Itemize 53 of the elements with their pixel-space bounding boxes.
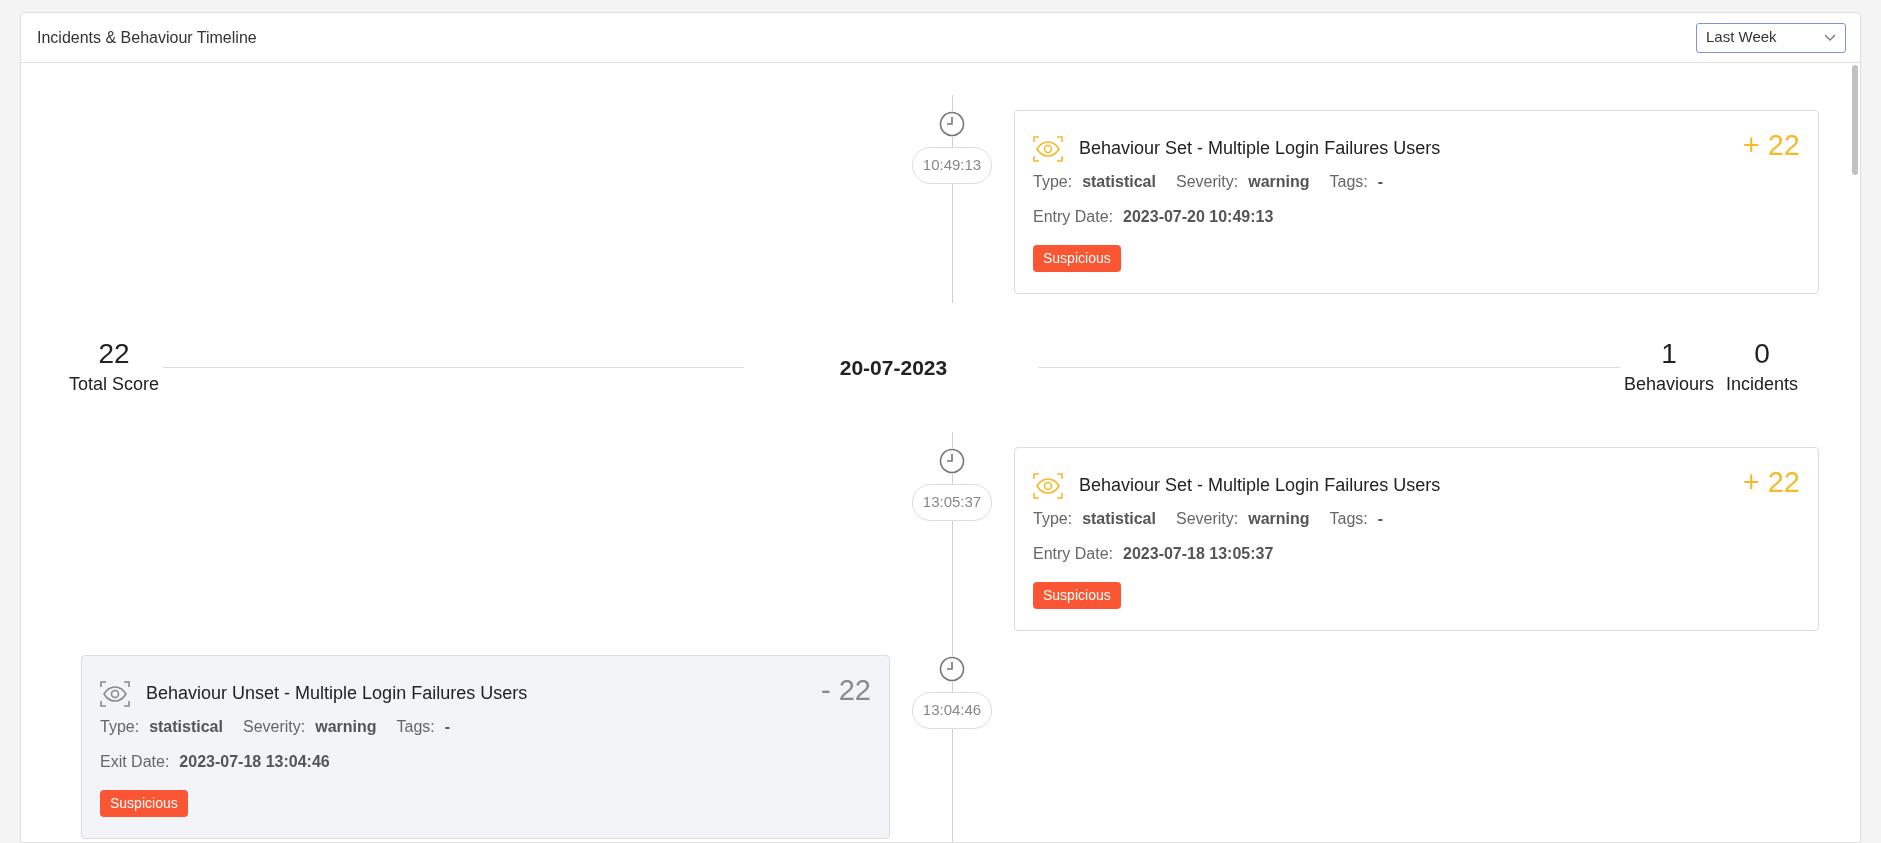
date-label: Entry Date: — [1033, 544, 1114, 564]
incidents-label: Incidents — [1725, 373, 1798, 396]
total-score-label: Total Score — [69, 373, 160, 396]
severity-value: warning — [1248, 172, 1310, 192]
tags-label: Tags: — [396, 717, 435, 737]
day-date: 20-07-2023 — [839, 354, 948, 381]
eye-icon — [100, 680, 130, 707]
type-label: Type: — [1033, 172, 1073, 192]
severity-value: warning — [315, 717, 377, 737]
severity-label: Severity: — [1175, 509, 1239, 529]
type-label: Type: — [1033, 509, 1073, 529]
date-label: Exit Date: — [100, 752, 170, 772]
range-dropdown[interactable]: Last Week — [1696, 22, 1846, 53]
time-pill: 13:05:37 — [911, 484, 993, 521]
clock-icon — [939, 448, 965, 474]
severity-label: Severity: — [1175, 172, 1239, 192]
tags-value: - — [1377, 509, 1384, 529]
tags-value: - — [444, 717, 451, 737]
eye-icon — [1033, 472, 1063, 499]
behaviours-value: 1 — [1661, 337, 1677, 371]
clock-icon — [939, 656, 965, 682]
event-title: Behaviour Set - Multiple Login Failures Users — [1079, 474, 1441, 497]
score-value: + 22 — [1742, 468, 1800, 497]
type-value: statistical — [149, 717, 223, 737]
event-title: Behaviour Set - Multiple Login Failures Users — [1079, 137, 1441, 160]
score-value: + 22 — [1742, 131, 1800, 160]
date-value: 2023-07-18 13:04:46 — [179, 752, 330, 772]
date-value: 2023-07-20 10:49:13 — [1123, 207, 1274, 227]
event-title: Behaviour Unset - Multiple Login Failures Users — [146, 682, 528, 705]
type-label: Type: — [100, 717, 140, 737]
score-value: - 22 — [821, 676, 871, 705]
tags-label: Tags: — [1329, 172, 1368, 192]
date-value: 2023-07-18 13:05:37 — [1123, 544, 1274, 564]
chevron-down-icon — [1824, 33, 1836, 42]
suspicious-badge: Suspicious — [100, 790, 188, 817]
suspicious-badge: Suspicious — [1033, 582, 1121, 609]
tags-value: - — [1377, 172, 1384, 192]
scrollbar-thumb[interactable] — [1852, 65, 1858, 175]
severity-value: warning — [1248, 509, 1310, 529]
tags-label: Tags: — [1329, 509, 1368, 529]
eye-icon — [1033, 135, 1063, 162]
time-pill: 10:49:13 — [911, 147, 993, 184]
clock-icon — [939, 111, 965, 137]
suspicious-badge: Suspicious — [1033, 245, 1121, 272]
total-score-value: 22 — [98, 337, 130, 371]
incidents-value: 0 — [1754, 337, 1770, 371]
type-value: statistical — [1082, 172, 1156, 192]
date-label: Entry Date: — [1033, 207, 1114, 227]
time-pill: 13:04:46 — [911, 692, 993, 729]
type-value: statistical — [1082, 509, 1156, 529]
behaviours-label: Behaviours — [1623, 373, 1714, 396]
severity-label: Severity: — [242, 717, 306, 737]
panel-title: Incidents & Behaviour Timeline — [37, 27, 257, 48]
